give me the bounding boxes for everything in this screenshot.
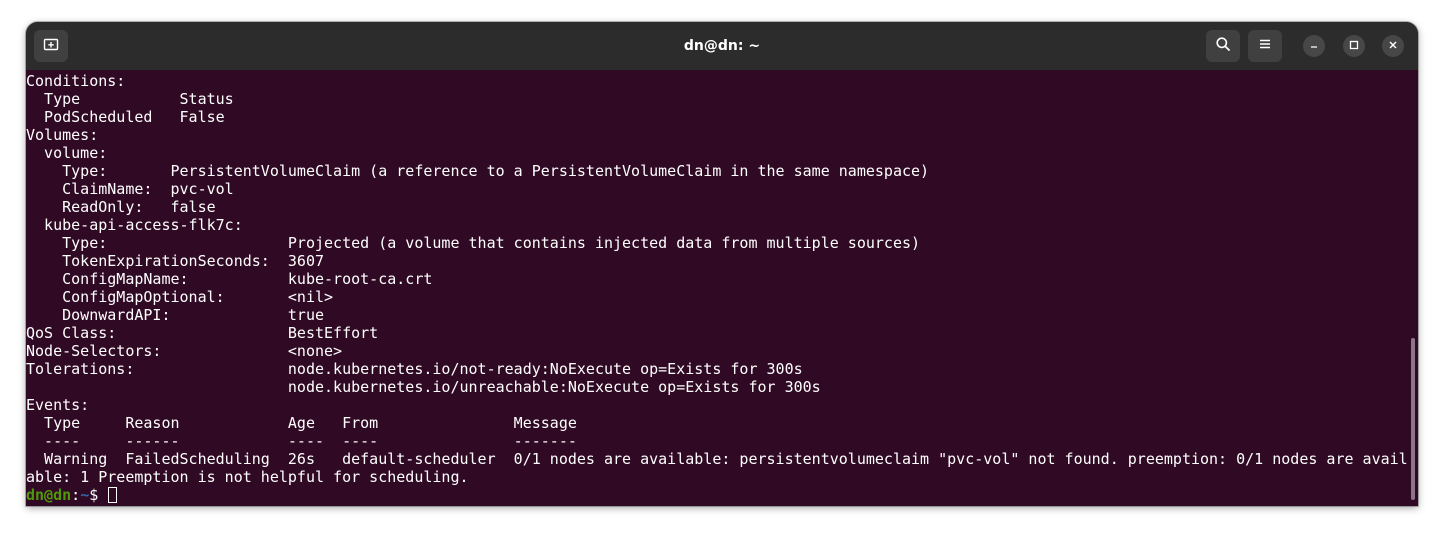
maximize-button[interactable] [1343,35,1365,57]
prompt-path: ~ [80,486,90,504]
terminal-line: able: 1 Preemption is not helpful for sc… [26,468,469,486]
search-button[interactable] [1206,30,1240,62]
terminal-line: Type Reason Age From Message [26,414,577,432]
terminal-line: PodScheduled False [26,108,225,126]
terminal-line: Conditions: [26,72,126,90]
terminal-line: ClaimName: pvc-vol [26,180,234,198]
shell-prompt[interactable]: dn@dn: ~ $ [26,486,1408,504]
terminal-line: Volumes: [26,126,99,144]
terminal-line: Type: Projected (a volume that contains … [26,234,921,252]
terminal-line: volume: [26,144,108,162]
terminal-line: TokenExpirationSeconds: 3607 [26,252,325,270]
close-button[interactable] [1382,35,1404,57]
terminal-line: Type: PersistentVolumeClaim (a reference… [26,162,930,180]
terminal-line: Node-Selectors: <none> [26,342,343,360]
terminal-line: Events: [26,396,90,414]
terminal-line: Warning FailedScheduling 26s default-sch… [26,450,1408,468]
scrollbar[interactable] [1408,70,1418,506]
terminal-window: dn@dn: ~ Conditions: Type Status PodSche… [26,22,1418,506]
terminal-line: ConfigMapName: kube-root-ca.crt [26,270,433,288]
text-cursor [108,487,118,503]
minimize-icon [1309,37,1319,55]
minimize-button[interactable] [1303,35,1325,57]
terminal-line: QoS Class: BestEffort [26,324,379,342]
menu-button[interactable] [1248,30,1282,62]
terminal-line: kube-api-access-flk7c: [26,216,243,234]
maximize-icon [1349,37,1359,55]
terminal-line: DownwardAPI: true [26,306,325,324]
terminal-line: ---- ------ ---- ---- ------- [26,432,577,450]
terminal-line: ConfigMapOptional: <nil> [26,288,334,306]
terminal-output[interactable]: Conditions: Type Status PodScheduled Fal… [26,70,1408,506]
terminal-line: Tolerations: node.kubernetes.io/not-read… [26,360,803,378]
title-bar[interactable]: dn@dn: ~ [26,22,1418,70]
terminal-line: Type Status [26,90,234,108]
terminal-line: node.kubernetes.io/unreachable:NoExecute… [26,378,821,396]
prompt-symbol: $ [89,486,108,504]
prompt-separator: : [71,486,81,504]
scrollbar-thumb[interactable] [1411,338,1415,500]
search-icon [1215,36,1231,57]
terminal-line: ReadOnly: false [26,198,216,216]
prompt-user: dn@dn [26,486,72,504]
hamburger-menu-icon [1258,37,1272,56]
close-icon [1388,37,1398,55]
